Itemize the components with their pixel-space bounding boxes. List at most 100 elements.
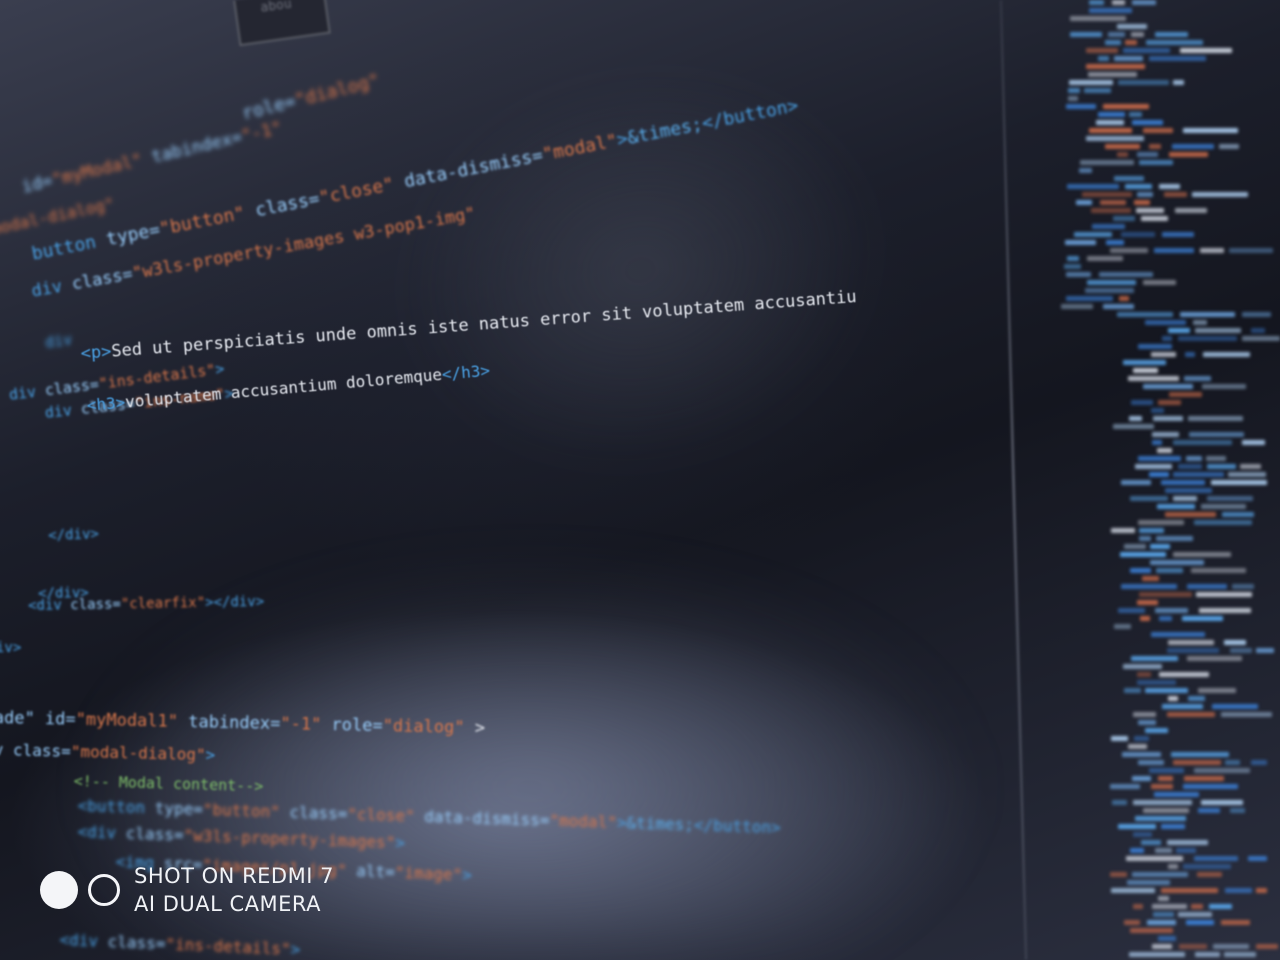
minimap-line	[1119, 296, 1129, 301]
minimap-line	[1165, 512, 1216, 517]
minimap-line	[1209, 904, 1232, 909]
minimap-line	[1203, 352, 1250, 357]
minimap-line	[1151, 408, 1164, 413]
minimap-line	[1179, 944, 1207, 949]
minimap-line	[1182, 616, 1223, 621]
minimap-line	[1251, 328, 1265, 333]
minimap-line	[1193, 320, 1207, 325]
minimap-line	[1151, 632, 1205, 637]
minimap-line	[1076, 200, 1092, 205]
editor-tab[interactable]: abou	[233, 0, 331, 47]
minimap-line	[1066, 296, 1113, 301]
minimap-line	[1113, 216, 1135, 221]
minimap-line	[1158, 776, 1173, 781]
minimap-line	[1129, 952, 1185, 957]
minimap-line	[1172, 144, 1214, 149]
minimap-line	[1114, 176, 1144, 181]
minimap-line	[1129, 416, 1142, 421]
minimap-line	[1146, 40, 1203, 45]
minimap-line	[1091, 208, 1131, 213]
minimap-line	[1070, 32, 1102, 37]
screen-photo: abou role="dialog" id="myModal" tabindex=…	[0, 0, 1280, 960]
minimap-line	[1168, 640, 1214, 645]
minimap-line	[1137, 672, 1151, 677]
minimap-line	[1194, 856, 1238, 861]
minimap-line	[1132, 872, 1188, 877]
minimap-line	[1178, 912, 1212, 917]
minimap-line	[1186, 456, 1202, 461]
minimap-line	[1222, 512, 1254, 517]
minimap-line	[1155, 32, 1188, 37]
minimap-line	[1176, 848, 1196, 853]
minimap-line	[1100, 200, 1126, 205]
minimap-line	[1219, 144, 1239, 149]
minimap-line	[1132, 0, 1156, 5]
minimap-line	[1230, 648, 1252, 653]
minimap-line	[1065, 240, 1096, 245]
minimap-line	[1183, 864, 1231, 869]
minimap-line	[1224, 952, 1256, 957]
minimap-line	[1098, 56, 1109, 61]
minimap-line	[1067, 184, 1119, 189]
minimap-line	[1123, 48, 1170, 53]
minimap-line	[1178, 464, 1202, 469]
minimap-line	[1138, 760, 1164, 765]
minimap-line	[1082, 192, 1132, 197]
minimap-line	[1256, 648, 1274, 653]
minimap-line	[1066, 104, 1096, 109]
minimap-line	[1153, 416, 1183, 421]
minimap-line	[1123, 664, 1162, 669]
minimap-line	[1067, 256, 1079, 261]
minimap-line	[1196, 592, 1252, 597]
minimap-line	[1133, 712, 1156, 717]
minimap-line	[1066, 272, 1091, 277]
minimap-line	[1173, 552, 1231, 557]
minimap-line	[1162, 336, 1172, 341]
minimap-line	[1198, 688, 1236, 693]
minimap-line	[1154, 248, 1194, 253]
minimap-line	[1135, 816, 1186, 821]
minimap-line	[1150, 560, 1204, 565]
minimap[interactable]	[1030, 0, 1280, 960]
minimap-line	[1105, 144, 1140, 149]
minimap-line	[1165, 488, 1212, 493]
minimap-line	[1112, 0, 1125, 5]
minimap-line	[1194, 520, 1252, 525]
camera-logo-icon	[40, 871, 120, 909]
minimap-line	[1152, 944, 1172, 949]
minimap-line	[1132, 120, 1163, 125]
code-upper-line: </div>	[48, 526, 100, 544]
minimap-line	[1112, 800, 1127, 805]
minimap-line	[1168, 696, 1178, 701]
minimap-line	[1191, 568, 1246, 573]
minimap-line	[1117, 24, 1147, 29]
minimap-line	[1225, 888, 1252, 893]
minimap-line	[1137, 600, 1158, 605]
minimap-line	[1161, 824, 1185, 829]
minimap-line	[1080, 160, 1134, 165]
minimap-line	[1125, 40, 1137, 45]
minimap-line	[1111, 736, 1128, 741]
minimap-line	[1145, 320, 1186, 325]
minimap-line	[1092, 224, 1125, 229]
minimap-line	[1141, 840, 1161, 845]
minimap-line	[1133, 368, 1158, 373]
minimap-line	[1180, 48, 1232, 53]
minimap-line	[1225, 760, 1240, 765]
minimap-line	[1138, 456, 1181, 461]
minimap-line	[1156, 568, 1183, 573]
minimap-line	[1195, 952, 1220, 957]
minimap-line	[1061, 304, 1093, 309]
minimap-line	[1149, 56, 1206, 61]
minimap-line	[1173, 80, 1184, 85]
minimap-line	[1137, 152, 1158, 157]
minimap-line	[1124, 688, 1141, 693]
minimap-line	[1135, 464, 1172, 469]
minimap-line	[1164, 192, 1187, 197]
minimap-line	[1145, 728, 1168, 733]
minimap-line	[1150, 544, 1170, 549]
minimap-line	[1180, 312, 1235, 317]
minimap-line	[1124, 544, 1146, 549]
minimap-line	[1155, 608, 1188, 613]
minimap-line	[1074, 232, 1112, 237]
